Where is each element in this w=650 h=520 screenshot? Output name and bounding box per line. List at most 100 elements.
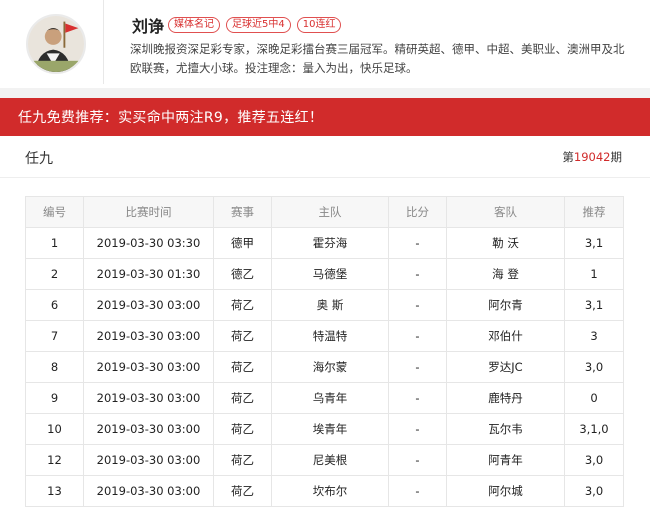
cell-score: - bbox=[388, 227, 447, 259]
cell-time: 2019-03-30 01:30 bbox=[83, 258, 214, 290]
cell-pick: 3 bbox=[564, 320, 624, 352]
cell-home-team[interactable]: 奥 斯 bbox=[271, 289, 389, 321]
header-number: 编号 bbox=[25, 196, 84, 228]
issue-number: 19042 bbox=[573, 150, 611, 164]
section-header: 任九 第19042期 bbox=[0, 136, 650, 178]
cell-league: 荷乙 bbox=[213, 289, 272, 321]
cell-score: - bbox=[388, 351, 447, 383]
section-title: 任九 bbox=[25, 151, 53, 167]
cell-number: 9 bbox=[25, 382, 84, 414]
banner-text: 任九免费推荐：实买命中两注R9，推荐五连红！ bbox=[18, 110, 324, 126]
cell-home-team[interactable]: 乌青年 bbox=[271, 382, 389, 414]
expert-bio: 深圳晚报资深足彩专家，深晚足彩擂台赛三届冠军。精研英超、德甲、中超、美职业、澳洲… bbox=[130, 42, 625, 75]
cell-away-team[interactable]: 海 登 bbox=[446, 258, 565, 290]
cell-pick: 0 bbox=[564, 382, 624, 414]
table-row: 6 2019-03-30 03:00 荷乙奥 斯 - 阿尔青 3,1 bbox=[25, 289, 624, 321]
cell-away-team[interactable]: 瓦尔韦 bbox=[446, 413, 565, 445]
table-header-row: 编号 比赛时间 赛事 主队 比分 客队 推荐 bbox=[25, 196, 624, 228]
expert-tags: 媒体名记 足球近5中4 10连红 bbox=[168, 17, 342, 33]
cell-number: 12 bbox=[25, 444, 84, 476]
cell-league: 德甲 bbox=[213, 227, 272, 259]
table-row: 2 2019-03-30 01:30 德乙 马德堡 - 海 登1 bbox=[25, 258, 624, 290]
cell-score: - bbox=[388, 475, 447, 507]
cell-away-team[interactable]: 阿尔青 bbox=[446, 289, 565, 321]
table-row: 7 2019-03-30 03:00 荷乙 特温特 - 邓伯什 3 bbox=[25, 320, 624, 352]
issue-label: 第19042期 bbox=[562, 149, 622, 165]
cell-away-team[interactable]: 罗达JC bbox=[446, 351, 565, 383]
match-table: 编号 比赛时间 赛事 主队 比分 客队 推荐 1 2019-03-30 03:30… bbox=[25, 196, 624, 507]
cell-pick: 3,0 bbox=[564, 475, 624, 507]
cell-home-team[interactable]: 马德堡 bbox=[271, 258, 389, 290]
cell-time: 2019-03-30 03:00 bbox=[83, 413, 214, 445]
profile-divider bbox=[103, 0, 104, 84]
cell-number: 8 bbox=[25, 351, 84, 383]
cell-time: 2019-03-30 03:30 bbox=[83, 227, 214, 259]
table-row: 1 2019-03-30 03:30 德甲 霍芬海 - 勒 沃 3,1 bbox=[25, 227, 624, 259]
issue-prefix: 第 bbox=[562, 150, 574, 164]
tag-media: 媒体名记 bbox=[168, 17, 220, 33]
cell-time: 2019-03-30 03:00 bbox=[83, 320, 214, 352]
table-row: 9 2019-03-30 03:00 荷乙 乌青年 - 鹿特丹 0 bbox=[25, 382, 624, 414]
cell-pick: 3,0 bbox=[564, 351, 624, 383]
cell-number: 6 bbox=[25, 289, 84, 321]
table-row: 12 2019-03-30 03:00 荷乙 尼美根 - 阿青年 3,0 bbox=[25, 444, 624, 476]
cell-pick: 3,1 bbox=[564, 227, 624, 259]
cell-time: 2019-03-30 03:00 bbox=[83, 351, 214, 383]
cell-home-team[interactable]: 埃青年 bbox=[271, 413, 389, 445]
cell-league: 荷乙 bbox=[213, 413, 272, 445]
cell-number: 10 bbox=[25, 413, 84, 445]
cell-home-team[interactable]: 尼美根 bbox=[271, 444, 389, 476]
cell-pick: 3,1,0 bbox=[564, 413, 624, 445]
cell-number: 1 bbox=[25, 227, 84, 259]
match-table-container: 编号 比赛时间 赛事 主队 比分 客队 推荐 1 2019-03-30 03:30… bbox=[25, 196, 624, 507]
cell-league: 荷乙 bbox=[213, 320, 272, 352]
issue-suffix: 期 bbox=[610, 150, 623, 164]
avatar-photo bbox=[28, 16, 84, 72]
header-home-team: 主队 bbox=[271, 196, 389, 228]
avatar[interactable] bbox=[26, 14, 86, 74]
cell-time: 2019-03-30 03:00 bbox=[83, 444, 214, 476]
header-pick: 推荐 bbox=[564, 196, 624, 228]
header-score: 比分 bbox=[388, 196, 447, 228]
cell-away-team[interactable]: 邓伯什 bbox=[446, 320, 565, 352]
tag-record: 足球近5中4 bbox=[226, 17, 291, 33]
cell-number: 7 bbox=[25, 320, 84, 352]
expert-profile: 刘诤 媒体名记 足球近5中4 10连红 深圳晚报资深足彩专家，深晚足彩擂台赛三届… bbox=[0, 0, 650, 88]
cell-score: - bbox=[388, 382, 447, 414]
cell-league: 荷乙 bbox=[213, 351, 272, 383]
cell-league: 荷乙 bbox=[213, 444, 272, 476]
cell-number: 13 bbox=[25, 475, 84, 507]
cell-pick: 1 bbox=[564, 258, 624, 290]
cell-away-team[interactable]: 阿青年 bbox=[446, 444, 565, 476]
recommendation-banner: 任九免费推荐：实买命中两注R9，推荐五连红！ bbox=[0, 98, 650, 136]
cell-league: 荷乙 bbox=[213, 382, 272, 414]
cell-time: 2019-03-30 03:00 bbox=[83, 475, 214, 507]
header-time: 比赛时间 bbox=[83, 196, 214, 228]
cell-score: - bbox=[388, 258, 447, 290]
table-row: 13 2019-03-30 03:00 荷乙 坎布尔 - 阿尔城 3,0 bbox=[25, 475, 624, 507]
cell-pick: 3,1 bbox=[564, 289, 624, 321]
cell-score: - bbox=[388, 289, 447, 321]
header-league: 赛事 bbox=[213, 196, 272, 228]
cell-score: - bbox=[388, 413, 447, 445]
cell-away-team[interactable]: 鹿特丹 bbox=[446, 382, 565, 414]
cell-home-team[interactable]: 特温特 bbox=[271, 320, 389, 352]
cell-league: 德乙 bbox=[213, 258, 272, 290]
expert-name[interactable]: 刘诤 bbox=[132, 13, 164, 37]
header-away-team: 客队 bbox=[446, 196, 565, 228]
cell-away-team[interactable]: 阿尔城 bbox=[446, 475, 565, 507]
cell-home-team[interactable]: 霍芬海 bbox=[271, 227, 389, 259]
cell-score: - bbox=[388, 444, 447, 476]
section-separator bbox=[0, 88, 650, 98]
cell-league: 荷乙 bbox=[213, 475, 272, 507]
cell-pick: 3,0 bbox=[564, 444, 624, 476]
cell-number: 2 bbox=[25, 258, 84, 290]
tag-streak: 10连红 bbox=[296, 17, 342, 33]
table-row: 10 2019-03-30 03:00 荷乙 埃青年 - 瓦尔韦 3,1,0 bbox=[25, 413, 624, 445]
cell-home-team[interactable]: 海尔蒙 bbox=[271, 351, 389, 383]
cell-time: 2019-03-30 03:00 bbox=[83, 382, 214, 414]
cell-score: - bbox=[388, 320, 447, 352]
cell-away-team[interactable]: 勒 沃 bbox=[446, 227, 565, 259]
cell-time: 2019-03-30 03:00 bbox=[83, 289, 214, 321]
cell-home-team[interactable]: 坎布尔 bbox=[271, 475, 389, 507]
